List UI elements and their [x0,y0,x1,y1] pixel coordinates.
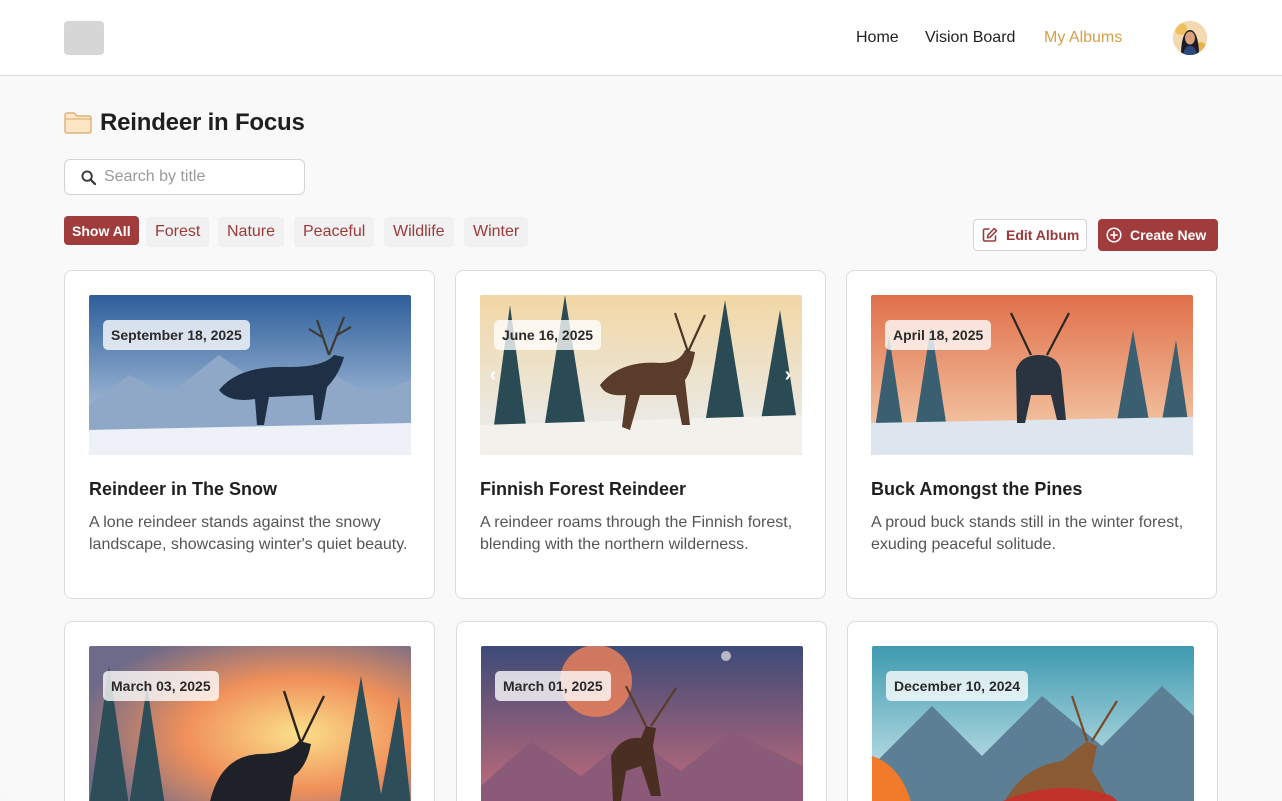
filter-nature[interactable]: Nature [218,217,285,247]
plus-circle-icon [1106,227,1122,243]
create-new-label: Create New [1130,227,1207,243]
album-card[interactable]: April 18, 2025 Buck Amongst the Pines A … [846,270,1217,599]
card-description: A reindeer roams through the Finnish for… [480,514,793,553]
folder-icon [64,112,92,134]
card-date: June 16, 2025 [494,320,602,350]
card-date: March 01, 2025 [495,671,611,701]
card-description: A proud buck stands still in the winter … [871,514,1184,553]
card-date: December 10, 2024 [886,671,1029,701]
filter-forest[interactable]: Forest [146,217,210,247]
card-image[interactable]: March 01, 2025 [481,646,803,801]
filter-show-all[interactable]: Show All [64,216,139,245]
card-title: Reindeer in The Snow [89,479,278,499]
card-image[interactable]: March 03, 2025 [89,646,411,801]
card-date: March 03, 2025 [103,671,219,701]
edit-album-label: Edit Album [1006,227,1080,243]
nav-my-albums[interactable]: My Albums [1044,27,1122,49]
album-title-row: Reindeer in Focus [64,108,305,138]
page-title: Reindeer in Focus [100,109,305,136]
search-input[interactable] [104,168,294,186]
card-date: September 18, 2025 [103,320,250,350]
search-icon [81,169,96,185]
nav-vision-board[interactable]: Vision Board [925,27,1015,49]
create-new-button[interactable]: Create New [1098,219,1218,251]
filter-winter[interactable]: Winter [464,217,529,247]
search-box [64,159,305,195]
filter-wildlife[interactable]: Wildlife [384,217,454,247]
card-image[interactable]: December 10, 2024 [872,646,1194,801]
card-date: April 18, 2025 [885,320,992,350]
card-title: Buck Amongst the Pines [871,479,1083,499]
nav-home[interactable]: Home [856,27,899,49]
edit-icon [982,227,998,242]
card-title: Finnish Forest Reindeer [480,479,687,499]
app-root: Home Vision Board My Albums Reindeer in … [0,0,1282,801]
album-card[interactable]: December 10, 2024 [847,621,1218,801]
album-card[interactable]: September 18, 2025 Reindeer in The Snow … [64,270,435,599]
album-card[interactable]: June 16, 2025 ‹ › Finnish Forest Reindee… [455,270,826,599]
edit-album-button[interactable]: Edit Album [973,219,1087,251]
card-image[interactable]: June 16, 2025 ‹ › [480,295,802,455]
user-avatar[interactable] [1173,21,1207,55]
top-header: Home Vision Board My Albums [0,0,1282,76]
logo[interactable] [64,21,104,55]
filter-peaceful[interactable]: Peaceful [294,217,375,247]
card-description: A lone reindeer stands against the snowy… [89,514,408,553]
album-card[interactable]: March 01, 2025 [456,621,827,801]
carousel-next-icon[interactable]: › [778,365,798,385]
card-image[interactable]: April 18, 2025 [871,295,1193,455]
carousel-prev-icon[interactable]: ‹ [483,365,503,385]
card-image[interactable]: September 18, 2025 [89,295,411,455]
avatar-image [1173,21,1207,55]
album-card[interactable]: March 03, 2025 [64,621,435,801]
